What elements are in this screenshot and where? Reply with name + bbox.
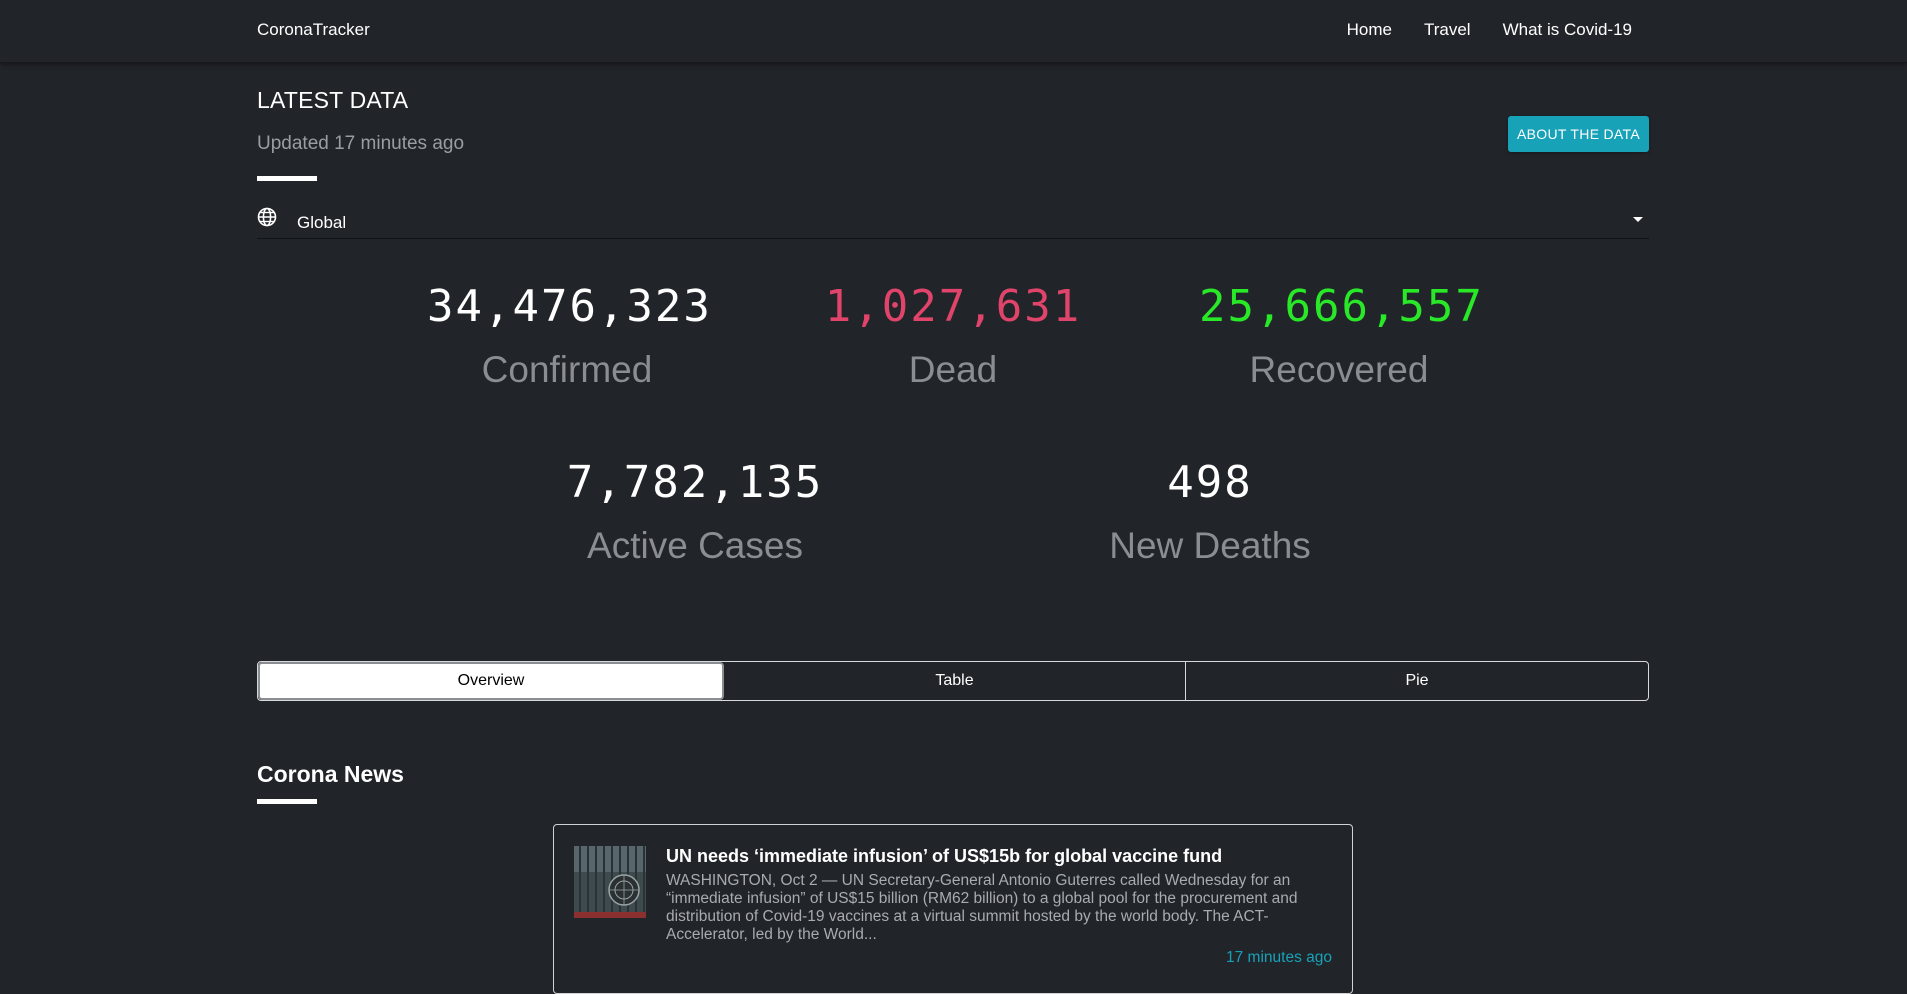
tab-pie[interactable]: Pie: [1185, 662, 1648, 700]
stat-new-deaths: 498 New Deaths: [1070, 458, 1350, 568]
region-select[interactable]: Global: [257, 205, 1649, 239]
region-selected-value: Global: [297, 213, 347, 232]
news-timestamp: 17 minutes ago: [1226, 949, 1332, 966]
active-cases-count: 7,782,135: [566, 457, 824, 508]
tab-overview[interactable]: Overview: [258, 662, 724, 700]
confirmed-count: 34,476,323: [427, 281, 712, 332]
stat-recovered: 25,666,557 Recovered: [1199, 281, 1484, 392]
news-card[interactable]: UN needs ‘immediate infusion’ of US$15b …: [553, 824, 1353, 994]
news-thumbnail: [574, 846, 646, 918]
news-headline[interactable]: UN needs ‘immediate infusion’ of US$15b …: [666, 846, 1336, 867]
nav-link-what-is-covid[interactable]: What is Covid-19: [1503, 20, 1632, 40]
recovered-label: Recovered: [1249, 349, 1429, 390]
brand-logo-link[interactable]: CoronaTracker: [257, 20, 370, 40]
tab-table[interactable]: Table: [724, 662, 1185, 700]
dead-count: 1,027,631: [824, 281, 1082, 332]
confirmed-label: Confirmed: [481, 349, 653, 390]
chevron-down-icon[interactable]: [1633, 217, 1643, 222]
about-the-data-button[interactable]: ABOUT THE DATA: [1508, 116, 1649, 152]
top-navbar: CoronaTracker Home Travel What is Covid-…: [0, 0, 1907, 63]
stat-active-cases: 7,782,135 Active Cases: [555, 458, 835, 568]
active-cases-label: Active Cases: [587, 525, 803, 566]
updated-timestamp: Updated 17 minutes ago: [257, 133, 465, 154]
news-title-underline: [257, 799, 317, 804]
news-section-title: Corona News: [257, 761, 404, 787]
stat-confirmed: 34,476,323 Confirmed: [427, 281, 712, 392]
new-deaths-label: New Deaths: [1109, 525, 1311, 566]
new-deaths-count: 498: [1167, 457, 1253, 508]
nav-link-home[interactable]: Home: [1347, 20, 1392, 40]
page-title: LATEST DATA: [257, 87, 409, 113]
dead-label: Dead: [908, 349, 998, 390]
stat-dead: 1,027,631 Dead: [813, 282, 1093, 392]
recovered-count: 25,666,557: [1199, 281, 1484, 332]
nav-link-travel[interactable]: Travel: [1424, 20, 1471, 40]
globe-icon: [257, 207, 277, 227]
nav-links: Home Travel What is Covid-19: [1315, 20, 1632, 40]
news-snippet: WASHINGTON, Oct 2 — UN Secretary-General…: [666, 872, 1298, 943]
title-underline: [257, 176, 317, 181]
view-tabs: Overview Table Pie: [257, 661, 1649, 701]
